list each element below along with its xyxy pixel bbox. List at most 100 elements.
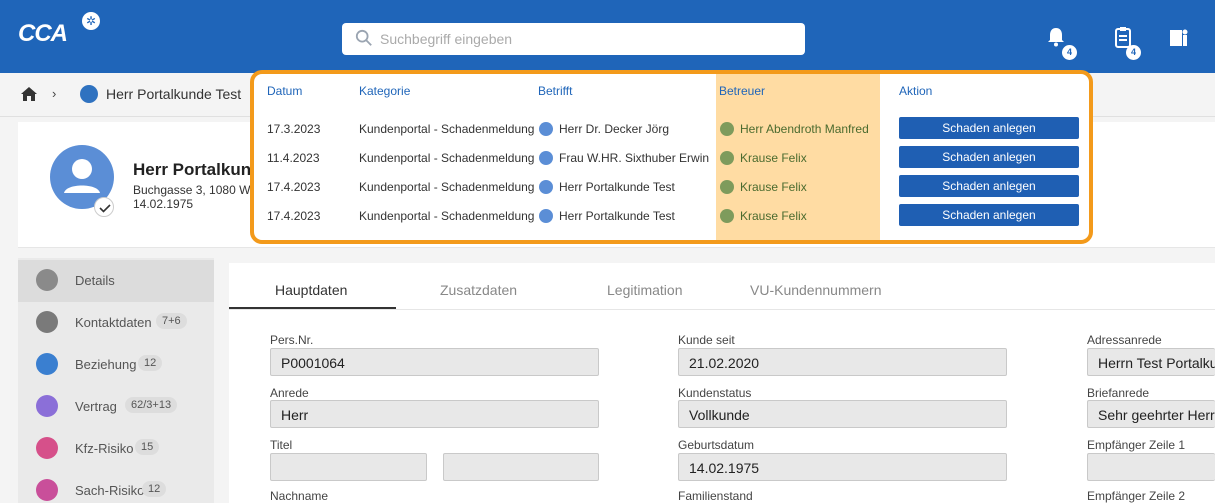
search-box[interactable] bbox=[342, 23, 805, 55]
briefanrede-field[interactable]: Sehr geehrter Herr I bbox=[1087, 400, 1215, 428]
bell-icon[interactable] bbox=[1045, 26, 1067, 48]
contact-card-icon bbox=[36, 311, 58, 333]
sidebar-item-label: Sach-Risiko bbox=[75, 483, 145, 498]
sidebar-item-label: Vertrag bbox=[75, 399, 117, 414]
schaden-anlegen-button[interactable]: Schaden anlegen bbox=[899, 204, 1079, 226]
house-icon bbox=[36, 479, 58, 501]
notifications-badge: 4 bbox=[1062, 45, 1077, 60]
sidebar-item-label: Details bbox=[75, 273, 115, 288]
schaden-anlegen-button[interactable]: Schaden anlegen bbox=[899, 146, 1079, 168]
row-betreuer: Krause Felix bbox=[740, 180, 807, 194]
row-kategorie: Kundenportal - Schadenmeldung bbox=[359, 151, 535, 165]
row-datum: 17.4.2023 bbox=[267, 180, 321, 194]
tab-zusatzdaten[interactable]: Zusatzdaten bbox=[440, 282, 517, 298]
sidebar-item-kfz-risiko[interactable]: Kfz-Risiko 15 bbox=[18, 428, 214, 470]
row-datum: 17.4.2023 bbox=[267, 209, 321, 223]
titel-label: Titel bbox=[270, 438, 293, 452]
row-kategorie: Kundenportal - Schadenmeldung bbox=[359, 180, 535, 194]
logout-icon[interactable] bbox=[1168, 26, 1190, 48]
people-icon bbox=[36, 353, 58, 375]
logo-emblem-icon: ✲ bbox=[82, 12, 100, 30]
briefanrede-label: Briefanrede bbox=[1087, 386, 1150, 400]
sidebar-item-kontaktdaten[interactable]: Kontaktdaten 7+6 bbox=[18, 302, 214, 344]
column-header-betrifft: Betrifft bbox=[538, 84, 573, 98]
person-icon bbox=[539, 209, 553, 223]
nachname-label: Nachname bbox=[270, 489, 329, 503]
sidebar-item-sach-risiko[interactable]: Sach-Risiko 12 bbox=[18, 470, 214, 503]
home-icon[interactable] bbox=[20, 85, 38, 103]
person-icon bbox=[720, 122, 734, 136]
verified-check-icon bbox=[94, 197, 114, 217]
briefcase-icon bbox=[720, 151, 734, 165]
kundenstatus-field[interactable]: Vollkunde bbox=[678, 400, 1007, 428]
sidebar-item-vertrag[interactable]: Vertrag 62/3+13 bbox=[18, 386, 214, 428]
empfaenger1-label: Empfänger Zeile 1 bbox=[1087, 438, 1186, 452]
tab-legitimation[interactable]: Legitimation bbox=[607, 282, 683, 298]
column-header-kategorie: Kategorie bbox=[359, 84, 411, 98]
empfaenger2-label: Empfänger Zeile 2 bbox=[1087, 489, 1186, 503]
geburtsdatum-label: Geburtsdatum bbox=[678, 438, 755, 452]
customer-address: Buchgasse 3, 1080 W bbox=[133, 183, 251, 197]
column-header-betreuer: Betreuer bbox=[719, 84, 766, 98]
adressanrede-label: Adressanrede bbox=[1087, 333, 1162, 347]
customer-name: Herr Portalkun bbox=[133, 160, 252, 179]
search-input[interactable] bbox=[380, 29, 790, 49]
row-betreuer: Krause Felix bbox=[740, 151, 807, 165]
column-header-aktion: Aktion bbox=[899, 84, 933, 98]
active-tab-indicator bbox=[229, 307, 396, 309]
schaden-anlegen-button[interactable]: Schaden anlegen bbox=[899, 175, 1079, 197]
anrede-label: Anrede bbox=[270, 386, 309, 400]
sidebar-item-count: 62/3+13 bbox=[125, 397, 178, 413]
pers-nr-label: Pers.Nr. bbox=[270, 333, 314, 347]
row-datum: 11.4.2023 bbox=[267, 151, 320, 165]
row-betrifft: Herr Portalkunde Test bbox=[559, 180, 675, 194]
schaden-anlegen-button[interactable]: Schaden anlegen bbox=[899, 117, 1079, 139]
sidebar-item-label: Kontaktdaten bbox=[75, 315, 152, 330]
person-icon bbox=[539, 151, 553, 165]
top-bar: CCA ✲ 4 4 bbox=[0, 0, 1215, 73]
person-icon bbox=[539, 122, 553, 136]
anrede-field[interactable]: Herr bbox=[270, 400, 599, 428]
tasks-badge: 4 bbox=[1126, 45, 1141, 60]
tabs-divider bbox=[229, 309, 1215, 310]
row-kategorie: Kundenportal - Schadenmeldung bbox=[359, 209, 535, 223]
titel-suffix-field[interactable] bbox=[443, 453, 599, 481]
row-betrifft: Herr Portalkunde Test bbox=[559, 209, 675, 223]
sidebar-item-label: Kfz-Risiko bbox=[75, 441, 134, 456]
car-icon bbox=[36, 437, 58, 459]
pers-nr-field[interactable]: P0001064 bbox=[270, 348, 599, 376]
tab-vu-kundennummern[interactable]: VU-Kundennummern bbox=[750, 282, 882, 298]
person-icon bbox=[80, 85, 98, 103]
row-kategorie: Kundenportal - Schadenmeldung bbox=[359, 122, 535, 136]
kundenstatus-label: Kundenstatus bbox=[678, 386, 752, 400]
sidebar-item-details[interactable]: Details bbox=[18, 260, 214, 302]
person-icon bbox=[539, 180, 553, 194]
search-icon bbox=[355, 29, 372, 46]
kunde-seit-label: Kunde seit bbox=[678, 333, 735, 347]
column-header-datum: Datum bbox=[267, 84, 303, 98]
tab-hauptdaten[interactable]: Hauptdaten bbox=[275, 282, 347, 298]
row-betreuer: Krause Felix bbox=[740, 209, 807, 223]
document-icon bbox=[36, 395, 58, 417]
briefcase-icon bbox=[720, 209, 734, 223]
titel-prefix-field[interactable] bbox=[270, 453, 427, 481]
row-betreuer: Herr Abendroth Manfred bbox=[740, 122, 869, 136]
sidebar-item-count: 7+6 bbox=[156, 313, 187, 329]
geburtsdatum-field[interactable]: 14.02.1975 bbox=[678, 453, 1007, 481]
row-betrifft: Frau W.HR. Sixthuber Erwin bbox=[559, 151, 710, 165]
chevron-right-icon: › bbox=[52, 86, 57, 101]
magnifier-icon bbox=[36, 269, 58, 291]
familienstand-label: Familienstand bbox=[678, 489, 753, 503]
app-logo[interactable]: CCA bbox=[18, 20, 68, 48]
empfaenger1-field[interactable] bbox=[1087, 453, 1215, 481]
row-datum: 17.3.2023 bbox=[267, 122, 321, 136]
row-betrifft: Herr Dr. Decker Jörg bbox=[559, 122, 670, 136]
breadcrumb-customer[interactable]: Herr Portalkunde Test bbox=[106, 86, 241, 102]
sidebar-item-count: 12 bbox=[142, 481, 167, 497]
briefcase-icon bbox=[720, 180, 734, 194]
customer-birthdate: 14.02.1975 bbox=[133, 197, 194, 211]
sidebar-item-beziehung[interactable]: Beziehung 12 bbox=[18, 344, 214, 386]
kunde-seit-field[interactable]: 21.02.2020 bbox=[678, 348, 1007, 376]
adressanrede-field[interactable]: Herrn Test Portalku bbox=[1087, 348, 1215, 376]
sidebar-item-count: 15 bbox=[135, 439, 160, 455]
